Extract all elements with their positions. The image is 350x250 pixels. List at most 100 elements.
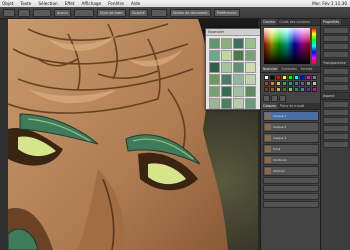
transparency-header[interactable]: Transparence bbox=[321, 59, 350, 67]
swatch-chip[interactable] bbox=[312, 75, 317, 80]
style-button[interactable]: Style de base bbox=[96, 8, 126, 17]
blend-mode-row[interactable] bbox=[263, 185, 319, 192]
fill-row[interactable] bbox=[263, 201, 319, 208]
tab-swatches[interactable]: Nuancier bbox=[261, 66, 280, 72]
layer-row[interactable]: Calque 1 bbox=[263, 111, 319, 121]
swatch-chip[interactable] bbox=[270, 87, 275, 92]
swatch-chip[interactable] bbox=[282, 87, 287, 92]
hue-slider[interactable] bbox=[312, 28, 316, 64]
swatch-chip[interactable] bbox=[276, 75, 281, 80]
swatch-chip[interactable] bbox=[270, 75, 275, 80]
color-spectrum[interactable] bbox=[264, 28, 310, 64]
tab-artboards[interactable]: Plans de travail bbox=[278, 103, 307, 109]
layer-row[interactable]: Calque 3 bbox=[263, 133, 319, 143]
property-row[interactable] bbox=[323, 51, 349, 58]
new-swatch-button[interactable] bbox=[263, 95, 270, 102]
property-row[interactable] bbox=[323, 101, 349, 108]
swatch-tile[interactable] bbox=[221, 98, 232, 109]
swatch-tile[interactable] bbox=[209, 86, 220, 97]
property-row[interactable] bbox=[323, 76, 349, 83]
swatch-tile[interactable] bbox=[221, 62, 232, 73]
property-row[interactable] bbox=[323, 125, 349, 132]
swatch-tile[interactable] bbox=[209, 62, 220, 73]
swatch-tile[interactable] bbox=[221, 74, 232, 85]
tab-color[interactable]: Couleur bbox=[261, 19, 278, 25]
stroke-row[interactable] bbox=[263, 193, 319, 200]
swatch-tile[interactable] bbox=[245, 38, 256, 49]
appearance-header[interactable]: Aspect bbox=[321, 92, 350, 100]
delete-swatch-button[interactable] bbox=[271, 95, 278, 102]
property-row[interactable] bbox=[323, 27, 349, 34]
tab-layers[interactable]: Calques bbox=[261, 103, 278, 109]
swatch-chip[interactable] bbox=[312, 81, 317, 86]
swatch-chip[interactable] bbox=[300, 81, 305, 86]
swatch-chip[interactable] bbox=[294, 81, 299, 86]
swatch-tile[interactable] bbox=[233, 62, 244, 73]
menu-item-objet[interactable]: Objet bbox=[2, 1, 13, 6]
layer-row[interactable]: Ombres bbox=[263, 166, 319, 176]
swatch-tile[interactable] bbox=[245, 50, 256, 61]
swatch-chip[interactable] bbox=[276, 81, 281, 86]
swatch-chip[interactable] bbox=[264, 81, 269, 86]
swatch-tile[interactable] bbox=[221, 86, 232, 97]
menu-item-aide[interactable]: Aide bbox=[131, 1, 140, 6]
menu-item-fenetre[interactable]: Fenêtre bbox=[108, 1, 124, 6]
swatch-tile[interactable] bbox=[233, 86, 244, 97]
swatch-chip[interactable] bbox=[288, 75, 293, 80]
property-row[interactable] bbox=[323, 117, 349, 124]
opacity-row[interactable] bbox=[263, 177, 319, 184]
opacity-field[interactable] bbox=[150, 8, 167, 17]
swatch-chip[interactable] bbox=[300, 87, 305, 92]
swatch-chip[interactable] bbox=[264, 87, 269, 92]
swatch-tile[interactable] bbox=[245, 62, 256, 73]
tab-color-guide[interactable]: Guide des couleurs bbox=[277, 19, 312, 25]
swatch-tile[interactable] bbox=[245, 86, 256, 97]
swatch-tile[interactable] bbox=[245, 98, 256, 109]
stroke-swatch[interactable] bbox=[18, 8, 30, 17]
property-row[interactable] bbox=[323, 84, 349, 91]
property-row[interactable] bbox=[323, 109, 349, 116]
uniform-button[interactable]: Aucun bbox=[54, 8, 71, 17]
menu-item-texte[interactable]: Texte bbox=[20, 1, 31, 6]
swatch-chip[interactable] bbox=[282, 81, 287, 86]
swatch-chip[interactable] bbox=[288, 87, 293, 92]
menu-item-selection[interactable]: Sélection bbox=[38, 1, 57, 6]
brush-select[interactable] bbox=[73, 8, 94, 17]
swatch-chip[interactable] bbox=[288, 81, 293, 86]
swatch-chip[interactable] bbox=[306, 87, 311, 92]
swatch-chip[interactable] bbox=[312, 87, 317, 92]
swatch-tile[interactable] bbox=[233, 74, 244, 85]
swatch-chip[interactable] bbox=[264, 75, 269, 80]
stroke-width-field[interactable] bbox=[33, 8, 51, 17]
property-row[interactable] bbox=[323, 141, 349, 148]
property-row[interactable] bbox=[323, 133, 349, 140]
swatch-options-button[interactable] bbox=[279, 95, 286, 102]
swatch-chip[interactable] bbox=[294, 75, 299, 80]
swatch-chip[interactable] bbox=[306, 81, 311, 86]
swatch-chip[interactable] bbox=[270, 81, 275, 86]
tab-properties[interactable]: Propriétés bbox=[321, 19, 342, 25]
property-row[interactable] bbox=[323, 43, 349, 50]
menu-item-affichage[interactable]: Affichage bbox=[81, 1, 101, 6]
layer-row[interactable]: Contours bbox=[263, 155, 319, 165]
fill-swatch[interactable] bbox=[3, 8, 15, 17]
property-row[interactable] bbox=[323, 68, 349, 75]
document-options-button[interactable]: Option de document bbox=[169, 8, 211, 17]
swatch-chip[interactable] bbox=[294, 87, 299, 92]
tab-symbols[interactable]: Symboles bbox=[279, 66, 299, 72]
menu-item-effet[interactable]: Effet bbox=[65, 1, 75, 6]
swatch-tile[interactable] bbox=[233, 38, 244, 49]
swatch-tile[interactable] bbox=[245, 74, 256, 85]
layer-row[interactable]: Fond bbox=[263, 144, 319, 154]
opacity-button[interactable]: Opacité bbox=[128, 8, 148, 17]
swatch-tile[interactable] bbox=[209, 98, 220, 109]
tab-brushes[interactable]: Formes bbox=[299, 66, 315, 72]
swatch-tile[interactable] bbox=[221, 38, 232, 49]
swatch-tile[interactable] bbox=[209, 50, 220, 61]
swatch-tile[interactable] bbox=[209, 38, 220, 49]
swatch-chip[interactable] bbox=[300, 75, 305, 80]
property-row[interactable] bbox=[323, 35, 349, 42]
swatch-tile[interactable] bbox=[233, 50, 244, 61]
color-picker[interactable] bbox=[264, 28, 316, 64]
swatch-tile[interactable] bbox=[209, 74, 220, 85]
